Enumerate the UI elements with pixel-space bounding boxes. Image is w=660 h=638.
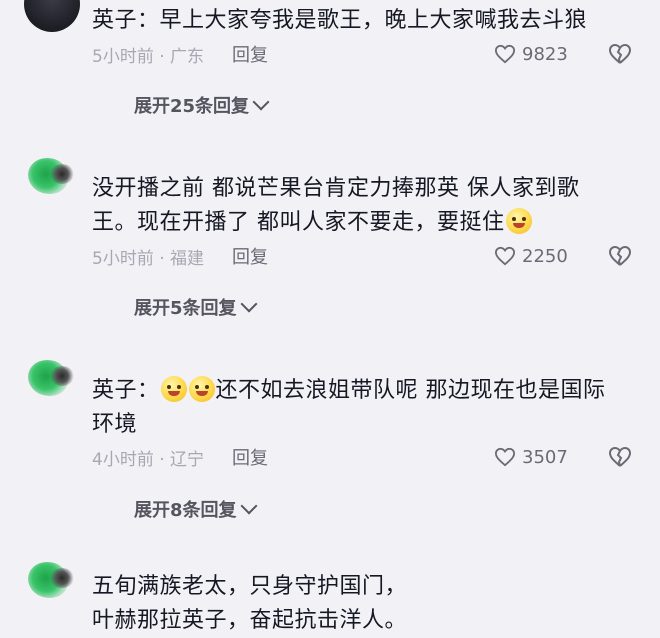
expand-replies-label: 展开8条回复 <box>134 500 237 521</box>
expand-replies-button[interactable]: 展开5条回复 <box>134 294 258 320</box>
comment-body-line2: 王。现在开播了 都叫人家不要走，要挺住 <box>92 210 505 235</box>
broken-heart-icon[interactable] <box>608 446 632 468</box>
comment-nickname: 英子： <box>92 378 160 403</box>
heart-outline-icon <box>494 447 516 467</box>
comment-body-line1: 没开播之前 都说芒果台肯定力捧那英 保人家到歌 <box>92 176 580 201</box>
reply-button[interactable]: 回复 <box>232 243 268 269</box>
like-button[interactable]: 3507 <box>494 443 568 471</box>
chevron-down-icon <box>252 93 270 111</box>
comment-body-line1-wrap: 英子： 还不如去浪姐带队呢 那边现在也是国际 <box>92 374 652 408</box>
comment-time-location: 5小时前 · 福建 <box>92 248 205 269</box>
avatar[interactable] <box>24 0 80 32</box>
broken-heart-icon[interactable] <box>608 245 632 267</box>
heart-outline-icon <box>494 246 516 266</box>
like-count: 9823 <box>522 43 568 65</box>
reply-button[interactable]: 回复 <box>232 444 268 470</box>
comment-text: 英子：早上大家夸我是歌王，晚上大家喊我去斗狼 <box>92 4 652 38</box>
broken-heart-icon[interactable] <box>608 43 632 65</box>
avatar[interactable] <box>24 152 80 208</box>
chevron-down-icon <box>240 497 258 515</box>
like-count: 3507 <box>522 446 568 468</box>
comment-nickname: 英子： <box>92 8 160 33</box>
comment-time-location: 4小时前 · 辽宁 <box>92 449 205 470</box>
comment-text: 英子： 还不如去浪姐带队呢 那边现在也是国际 环境 <box>92 374 652 442</box>
expand-replies-label: 展开5条回复 <box>134 298 237 319</box>
smiley-emoji-icon <box>505 208 532 234</box>
comment-body-line1: 五旬满族老太，只身守护国门， <box>92 574 408 599</box>
comment-body-line2: 环境 <box>92 412 138 437</box>
avatar[interactable] <box>24 556 80 612</box>
comment-body-line2: 叶赫那拉英子，奋起抗击洋人。 <box>92 608 408 633</box>
comment-body-line2-wrap: 王。现在开播了 都叫人家不要走，要挺住 <box>92 206 652 240</box>
expand-replies-button[interactable]: 展开8条回复 <box>134 496 258 522</box>
comment-meta: 5小时前 · 福建 回复 <box>92 242 268 270</box>
comment-meta: 5小时前 · 广东 回复 <box>92 40 268 68</box>
comment-meta: 4小时前 · 辽宁 回复 <box>92 443 268 471</box>
smiley-emoji-icon <box>188 376 215 402</box>
like-count: 2250 <box>522 245 568 267</box>
chevron-down-icon <box>240 295 258 313</box>
comment-body-line1: 还不如去浪姐带队呢 那边现在也是国际 <box>215 378 606 403</box>
like-button[interactable]: 2250 <box>494 242 568 270</box>
like-button[interactable]: 9823 <box>494 40 568 68</box>
expand-replies-label: 展开25条回复 <box>134 96 250 117</box>
comment-text: 五旬满族老太，只身守护国门， 叶赫那拉英子，奋起抗击洋人。 <box>92 570 652 638</box>
comment-text: 没开播之前 都说芒果台肯定力捧那英 保人家到歌 王。现在开播了 都叫人家不要走，… <box>92 172 652 240</box>
comment-body: 早上大家夸我是歌王，晚上大家喊我去斗狼 <box>159 8 588 33</box>
avatar[interactable] <box>24 354 80 410</box>
comment-time-location: 5小时前 · 广东 <box>92 46 205 67</box>
smiley-emoji-icon <box>160 376 187 402</box>
reply-button[interactable]: 回复 <box>232 41 268 67</box>
expand-replies-button[interactable]: 展开25条回复 <box>134 92 270 118</box>
heart-outline-icon <box>494 44 516 64</box>
